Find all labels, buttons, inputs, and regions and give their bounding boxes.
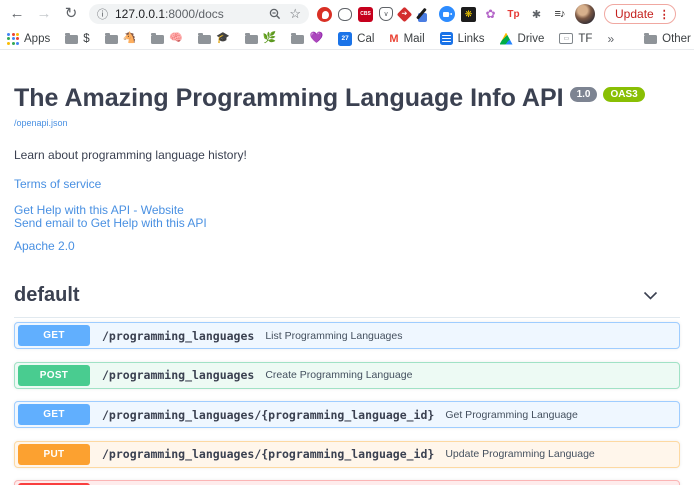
openapi-spec-link[interactable]: /openapi.json	[14, 118, 68, 128]
contact-email-link[interactable]: Send email to Get Help with this API	[14, 217, 680, 231]
red-circle-extension-icon[interactable]	[317, 7, 332, 22]
operation-summary: Get Programming Language	[445, 409, 578, 421]
links-icon	[440, 32, 453, 45]
back-button[interactable]: ←	[8, 0, 26, 28]
section-title: default	[14, 284, 80, 307]
other-bookmarks-folder[interactable]: Other Bookmarks	[644, 33, 694, 45]
oas3-badge: OAS3	[603, 87, 644, 102]
bookmarks-bar: Apps $ 🐴 🧠 🎓 🌿 💜 27 Cal M Mail Links Drive ▭ TF » Other …	[0, 28, 694, 50]
bookmark-item[interactable]: 🧠	[151, 33, 183, 44]
bookmarks-overflow-chevron[interactable]: »	[607, 32, 614, 46]
update-label: Update	[615, 7, 654, 21]
method-badge-get: GET	[18, 325, 90, 346]
folder-icon	[198, 35, 211, 44]
section-default-header[interactable]: default	[14, 284, 680, 318]
opblock-post[interactable]: POST/programming_languages Create Program…	[14, 362, 680, 389]
purple-flower-extension-icon[interactable]: ✿	[482, 6, 499, 23]
opblock-put[interactable]: PUT/programming_languages/{programming_l…	[14, 441, 680, 468]
tf-icon: ▭	[559, 33, 573, 44]
cbs-extension-icon[interactable]: CBS	[358, 7, 373, 22]
bookmark-label: TF	[578, 33, 592, 45]
method-badge-put: PUT	[18, 444, 90, 465]
bookmark-label: Mail	[404, 33, 425, 45]
menu-kebab-icon[interactable]: ⋮	[659, 8, 670, 21]
section-collapse-chevron-icon[interactable]	[643, 287, 658, 305]
pocket-extension-icon[interactable]: ∨	[379, 7, 393, 21]
url-text[interactable]: 127.0.0.1:8000/docs	[115, 7, 261, 21]
method-badge-post: POST	[18, 365, 90, 386]
bookmark-item[interactable]: 🌿	[245, 33, 277, 44]
calendar-icon: 27	[338, 32, 352, 46]
operation-summary: List Programming Languages	[265, 330, 402, 342]
bookmark-label: $	[83, 33, 89, 45]
gray-star-extension-icon[interactable]: ✱	[528, 6, 545, 23]
bookmark-label: 💜	[309, 33, 323, 44]
zoom-level-icon[interactable]	[269, 8, 281, 20]
other-bookmarks-label: Other Bookmarks	[662, 33, 694, 45]
swagger-page: The Amazing Programming Language Info AP…	[0, 83, 694, 485]
page-title: The Amazing Programming Language Info AP…	[14, 83, 680, 113]
bookmark-item[interactable]: $	[65, 33, 89, 45]
bookmark-item[interactable]: Drive	[500, 33, 545, 45]
folder-icon	[105, 35, 118, 44]
bookmark-item[interactable]: 🐴	[105, 33, 137, 44]
operation-summary: Update Programming Language	[445, 448, 594, 460]
folder-icon	[245, 35, 258, 44]
bookmark-label: Cal	[357, 33, 374, 45]
bookmark-item[interactable]: Links	[440, 32, 485, 45]
video-call-extension-icon[interactable]	[439, 6, 455, 22]
folder-icon	[291, 35, 304, 44]
color-picker-extension-icon[interactable]	[416, 6, 433, 23]
folder-icon	[644, 35, 657, 44]
operation-path: /programming_languages/{programming_lang…	[102, 447, 434, 461]
bookmark-label: 🧠	[169, 33, 183, 44]
extensions-area: CBS ∨ ❋ ✿ Tp ✱ ≡♪	[317, 6, 568, 23]
red-diamond-arrow-extension-icon[interactable]	[397, 6, 413, 22]
contact-website-link[interactable]: Get Help with this API - Website	[14, 204, 680, 218]
terms-of-service-link[interactable]: Terms of service	[14, 178, 680, 192]
browser-toolbar: ← → ↻ ⓘ 127.0.0.1:8000/docs ☆ CBS ∨ ❋ ✿ Tp ✱ ≡…	[0, 0, 694, 28]
version-badge: 1.0	[570, 87, 598, 102]
folder-icon	[151, 35, 164, 44]
opblock-delete[interactable]: DELETE/programming_languages/{programmin…	[14, 480, 680, 485]
bookmark-label: 🐴	[123, 33, 137, 44]
api-description: Learn about programming language history…	[14, 148, 680, 162]
address-bar[interactable]: ⓘ 127.0.0.1:8000/docs ☆	[89, 4, 309, 24]
pinwheel-extension-icon[interactable]: ❋	[461, 7, 476, 22]
opblock-get[interactable]: GET/programming_languages/{programming_l…	[14, 401, 680, 428]
apps-grid-icon	[7, 33, 19, 45]
bookmark-item[interactable]: 🎓	[198, 33, 230, 44]
operation-path: /programming_languages/{programming_lang…	[102, 408, 434, 422]
site-info-icon[interactable]: ⓘ	[97, 6, 108, 22]
info-links: Terms of service Get Help with this API -…	[14, 178, 680, 253]
license-link[interactable]: Apache 2.0	[14, 240, 680, 254]
bookmark-label: Apps	[24, 33, 50, 45]
bookmark-item[interactable]: ▭ TF	[559, 33, 592, 45]
playlist-extension-icon[interactable]: ≡♪	[551, 6, 568, 23]
operation-summary: Create Programming Language	[265, 369, 412, 381]
bookmark-item[interactable]: 27 Cal	[338, 32, 374, 46]
operation-path: /programming_languages	[102, 329, 254, 343]
bookmark-label: 🎓	[216, 33, 230, 44]
opblock-get[interactable]: GET/programming_languages List Programmin…	[14, 322, 680, 349]
bookmark-item[interactable]: M Mail	[389, 33, 424, 45]
operation-path: /programming_languages	[102, 368, 254, 382]
operations-list: GET/programming_languages List Programmin…	[14, 322, 680, 485]
method-badge-get: GET	[18, 404, 90, 425]
folder-icon	[65, 35, 78, 44]
bookmark-star-icon[interactable]: ☆	[289, 6, 301, 22]
forward-button[interactable]: →	[35, 0, 53, 28]
reload-button[interactable]: ↻	[62, 0, 80, 28]
drive-icon	[500, 33, 513, 45]
profile-avatar[interactable]	[575, 4, 595, 24]
bookmark-item[interactable]: 💜	[291, 33, 323, 44]
gmail-icon: M	[389, 33, 398, 45]
bookmark-label: Drive	[518, 33, 545, 45]
update-button[interactable]: Update ⋮	[604, 4, 676, 24]
bookmark-label: Links	[458, 33, 485, 45]
bookmark-item[interactable]: Apps	[7, 33, 50, 45]
bookmark-label: 🌿	[263, 33, 277, 44]
chat-bubble-extension-icon[interactable]	[338, 8, 352, 21]
tp-extension-icon[interactable]: Tp	[505, 6, 522, 23]
